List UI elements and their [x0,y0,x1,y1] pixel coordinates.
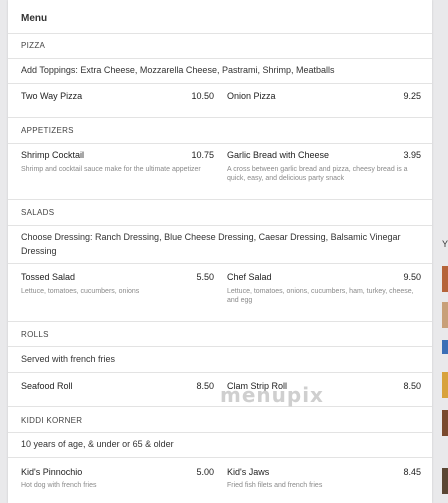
divider [8,117,432,118]
divider [8,321,432,322]
side-thumbnail[interactable] [442,468,448,494]
divider [8,199,432,200]
divider [8,143,432,144]
section-label-appetizers: APPETIZERS [21,126,74,135]
side-thumbnail[interactable] [442,302,448,328]
section-label-salads: SALADS [21,208,55,217]
item-description: Lettuce, tomatoes, onions, cucumbers, ha… [227,288,414,304]
section-note-rolls: Served with french fries [21,354,116,364]
section-label-kiddi-korner: KIDDI KORNER [21,416,83,425]
item-description: Shrimp and cocktail sauce make for the u… [21,166,201,173]
item-price: 5.00 [196,467,214,477]
divider [8,432,432,433]
section-note-pizza: Add Toppings: Extra Cheese, Mozzarella C… [21,65,335,75]
divider [8,457,432,458]
item-price: 10.75 [191,150,214,160]
side-thumbnail[interactable] [442,410,448,436]
item-price: 5.50 [196,272,214,282]
divider [8,58,432,59]
watermark: menupix [220,383,324,407]
divider [8,263,432,264]
item-price: 8.50 [196,381,214,391]
divider [8,83,432,84]
item-price: 8.50 [403,381,421,391]
divider [8,33,432,34]
item-description: A cross between garlic bread and pizza, … [227,166,408,182]
item-price: 10.50 [191,91,214,101]
item-price: 3.95 [403,150,421,160]
divider [8,225,432,226]
divider [8,372,432,373]
item-name[interactable]: Tossed Salad [21,272,75,282]
side-thumbnail[interactable] [442,266,448,292]
item-price: 8.45 [403,467,421,477]
item-name[interactable]: Chef Salad [227,272,272,282]
item-name[interactable]: Kid's Jaws [227,467,269,477]
menu-card: Menu PIZZA Add Toppings: Extra Cheese, M… [8,0,432,503]
item-description: Hot dog with french fries [21,482,97,489]
side-thumbnail[interactable] [442,372,448,398]
item-description: Fried fish filets and french fries [227,482,323,489]
item-name[interactable]: Shrimp Cocktail [21,150,84,160]
section-label-pizza: PIZZA [21,41,46,50]
item-name[interactable]: Garlic Bread with Cheese [227,150,329,160]
item-name[interactable]: Onion Pizza [227,91,276,101]
side-link[interactable] [442,340,448,354]
item-name[interactable]: Kid's Pinnochio [21,467,82,477]
section-note-kiddi-korner: 10 years of age, & under or 65 & older [21,439,174,449]
item-description: Lettuce, tomatoes, cucumbers, onions [21,288,140,295]
divider [8,346,432,347]
side-panel-heading: Y [442,239,448,249]
item-name[interactable]: Two Way Pizza [21,91,82,101]
section-note-salads: Choose Dressing: Ranch Dressing, Blue Ch… [21,232,401,256]
menu-title: Menu [21,13,48,24]
item-name[interactable]: Seafood Roll [21,381,73,391]
section-label-rolls: ROLLS [21,330,49,339]
item-price: 9.50 [403,272,421,282]
item-price: 9.25 [403,91,421,101]
